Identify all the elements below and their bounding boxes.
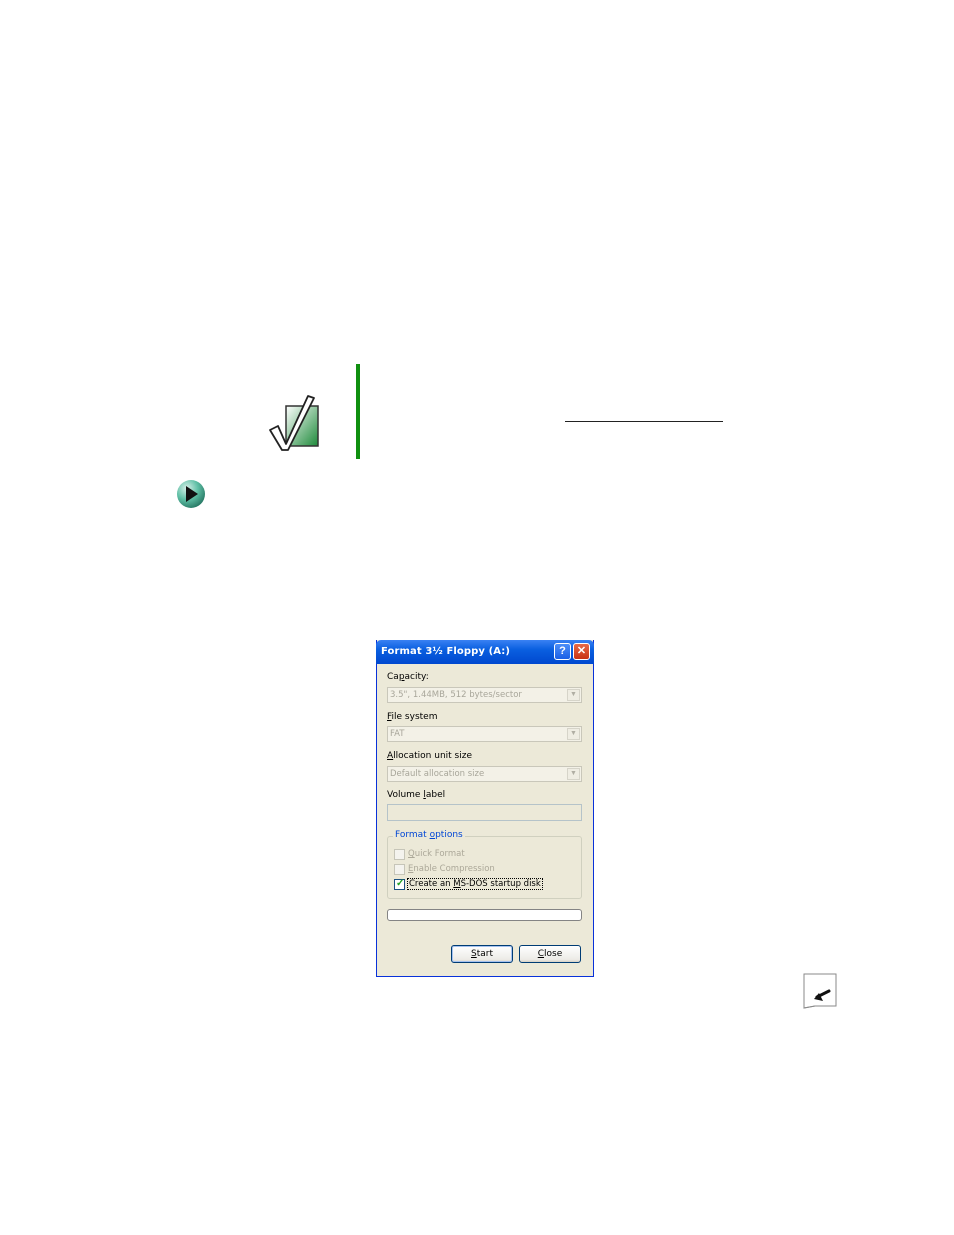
file-system-label: File system — [387, 712, 438, 722]
allocation-label: Allocation unit size — [387, 751, 472, 761]
note-accent-bar — [356, 364, 360, 459]
file-system-value: FAT — [390, 729, 405, 739]
dialog-title: Format 3½ Floppy (A:) — [381, 646, 511, 657]
checkmark-icon: ✓ — [396, 878, 405, 889]
procedure-arrow-icon — [176, 479, 206, 509]
capacity-select[interactable]: 3.5", 1.44MB, 512 bytes/sector ▼ — [387, 687, 582, 703]
file-system-select[interactable]: FAT ▼ — [387, 726, 582, 742]
format-options-title: Format options — [393, 830, 465, 840]
close-icon: ✕ — [576, 645, 587, 657]
format-dialog: Format 3½ Floppy (A:) ? ✕ Capacity: 3.5"… — [376, 640, 594, 977]
enable-compression-label: Enable Compression — [408, 864, 495, 874]
capacity-label: Capacity: — [387, 672, 429, 682]
msdos-startup-label: Create an MS-DOS startup disk — [407, 878, 543, 890]
allocation-select[interactable]: Default allocation size ▼ — [387, 766, 582, 782]
volume-label-label: Volume label — [387, 790, 446, 800]
help-icon: ? — [559, 645, 566, 657]
dialog-titlebar[interactable]: Format 3½ Floppy (A:) ? ✕ — [376, 640, 594, 664]
start-button[interactable]: Start — [451, 945, 513, 963]
checkmark-note-icon — [268, 392, 324, 452]
format-options-group: Format options Quick Format Enable Compr… — [387, 830, 582, 899]
chevron-down-icon[interactable]: ▼ — [567, 689, 580, 701]
msdos-startup-checkbox[interactable]: ✓ — [394, 878, 405, 890]
close-button[interactable]: Close — [519, 945, 581, 963]
chevron-down-icon[interactable]: ▼ — [567, 728, 580, 740]
capacity-value: 3.5", 1.44MB, 512 bytes/sector — [390, 690, 522, 700]
allocation-value: Default allocation size — [390, 769, 485, 779]
volume-label-input[interactable] — [387, 804, 582, 821]
close-window-button[interactable]: ✕ — [573, 643, 590, 660]
chevron-down-icon[interactable]: ▼ — [567, 768, 580, 780]
enable-compression-checkbox[interactable] — [394, 864, 405, 875]
help-button[interactable]: ? — [554, 643, 571, 660]
quick-format-checkbox[interactable] — [394, 849, 405, 860]
page-corner-icon[interactable] — [803, 973, 837, 1009]
note-link[interactable] — [565, 405, 723, 422]
quick-format-label: Quick Format — [408, 849, 465, 859]
format-progress-bar — [387, 909, 582, 921]
